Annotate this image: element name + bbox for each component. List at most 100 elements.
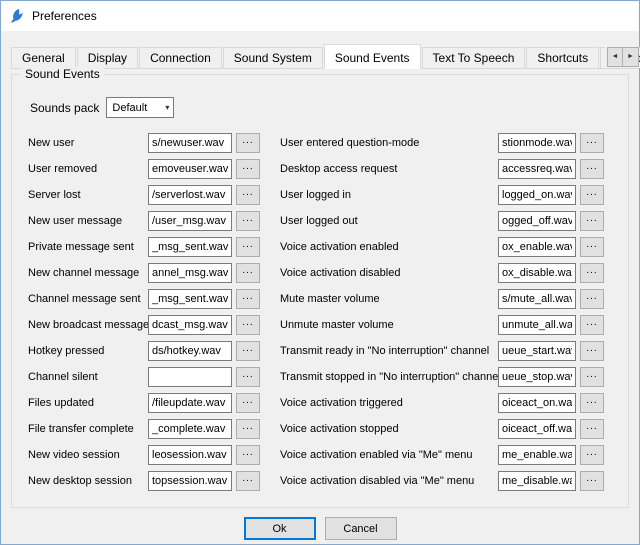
sound-file-input[interactable]	[148, 133, 232, 153]
sound-file-input[interactable]	[498, 263, 576, 283]
sound-event-label: New video session	[28, 449, 148, 461]
tab-scroll-left-button[interactable]: ◄	[607, 47, 623, 67]
sound-file-input[interactable]	[148, 445, 232, 465]
sound-event-label: File transfer complete	[28, 423, 148, 435]
sounds-pack-select[interactable]: Default ▾	[106, 97, 174, 118]
browse-button[interactable]: ...	[580, 445, 604, 465]
sound-file-input[interactable]	[148, 471, 232, 491]
sound-file-input[interactable]	[498, 185, 576, 205]
browse-button[interactable]: ...	[580, 263, 604, 283]
sound-event-label: User logged out	[280, 215, 498, 227]
tab-general[interactable]: General	[11, 47, 76, 68]
sound-file-input[interactable]	[148, 159, 232, 179]
browse-button[interactable]: ...	[580, 133, 604, 153]
sound-event-label: User entered question-mode	[280, 137, 498, 149]
sound-event-row: User logged out...	[280, 208, 616, 234]
browse-button[interactable]: ...	[580, 159, 604, 179]
tab-scroll-right-button[interactable]: ►	[623, 47, 639, 67]
sound-event-row: Voice activation disabled via "Me" menu.…	[280, 468, 616, 494]
browse-button[interactable]: ...	[236, 471, 260, 491]
browse-button[interactable]: ...	[236, 289, 260, 309]
tab-connection[interactable]: Connection	[139, 47, 222, 68]
sound-event-label: Channel message sent	[28, 293, 148, 305]
browse-button[interactable]: ...	[580, 185, 604, 205]
ok-button[interactable]: Ok	[244, 517, 316, 540]
sound-event-row: Desktop access request...	[280, 156, 616, 182]
sound-file-input[interactable]	[498, 289, 576, 309]
sound-event-label: Channel silent	[28, 371, 148, 383]
sound-file-input[interactable]	[498, 211, 576, 231]
browse-button[interactable]: ...	[580, 341, 604, 361]
sound-event-label: Voice activation enabled	[280, 241, 498, 253]
browse-button[interactable]: ...	[236, 185, 260, 205]
browse-button[interactable]: ...	[236, 315, 260, 335]
chevron-down-icon: ▾	[165, 103, 169, 112]
tab-shortcuts[interactable]: Shortcuts	[526, 47, 599, 68]
sound-event-row: Files updated...	[28, 390, 280, 416]
sound-event-row: New user message...	[28, 208, 280, 234]
sound-event-row: User removed...	[28, 156, 280, 182]
sound-file-input[interactable]	[148, 263, 232, 283]
browse-button[interactable]: ...	[236, 263, 260, 283]
footer: Ok Cancel	[1, 517, 639, 540]
titlebar: Preferences	[1, 1, 639, 31]
sound-file-input[interactable]	[498, 419, 576, 439]
sound-file-input[interactable]	[148, 393, 232, 413]
sound-event-row: New video session...	[28, 442, 280, 468]
tab-display[interactable]: Display	[77, 47, 138, 68]
tab-bar: GeneralDisplayConnectionSound SystemSoun…	[11, 44, 639, 69]
sound-file-input[interactable]	[498, 133, 576, 153]
sound-file-input[interactable]	[498, 341, 576, 361]
browse-button[interactable]: ...	[236, 393, 260, 413]
sound-event-label: Voice activation stopped	[280, 423, 498, 435]
sound-file-input[interactable]	[148, 367, 232, 387]
sound-file-input[interactable]	[148, 185, 232, 205]
preferences-window: { "window": { "title": "Preferences", "a…	[0, 0, 640, 545]
sound-file-input[interactable]	[148, 237, 232, 257]
sound-file-input[interactable]	[148, 315, 232, 335]
sound-event-label: Voice activation disabled via "Me" menu	[280, 475, 498, 487]
browse-button[interactable]: ...	[580, 419, 604, 439]
sound-file-input[interactable]	[148, 211, 232, 231]
browse-button[interactable]: ...	[580, 315, 604, 335]
sound-file-input[interactable]	[498, 315, 576, 335]
sound-file-input[interactable]	[498, 471, 576, 491]
sound-event-row: Mute master volume...	[280, 286, 616, 312]
tab-scroller: ◄ ►	[605, 47, 639, 67]
sound-file-input[interactable]	[498, 367, 576, 387]
browse-button[interactable]: ...	[236, 211, 260, 231]
tab-sound-system[interactable]: Sound System	[223, 47, 323, 68]
sound-file-input[interactable]	[148, 289, 232, 309]
sound-event-label: Server lost	[28, 189, 148, 201]
sound-file-input[interactable]	[498, 237, 576, 257]
tab-text-to-speech[interactable]: Text To Speech	[422, 47, 526, 68]
sound-event-row: New desktop session...	[28, 468, 280, 494]
sound-event-label: Files updated	[28, 397, 148, 409]
browse-button[interactable]: ...	[580, 393, 604, 413]
sound-file-input[interactable]	[498, 393, 576, 413]
browse-button[interactable]: ...	[236, 341, 260, 361]
sound-event-label: Transmit ready in "No interruption" chan…	[280, 345, 498, 357]
browse-button[interactable]: ...	[236, 133, 260, 153]
browse-button[interactable]: ...	[236, 237, 260, 257]
sound-file-input[interactable]	[148, 341, 232, 361]
sound-file-input[interactable]	[498, 445, 576, 465]
groupbox-title: Sound Events	[21, 67, 104, 81]
browse-button[interactable]: ...	[236, 367, 260, 387]
browse-button[interactable]: ...	[236, 159, 260, 179]
sound-event-row: User entered question-mode...	[280, 130, 616, 156]
sound-event-row: Hotkey pressed...	[28, 338, 280, 364]
browse-button[interactable]: ...	[580, 211, 604, 231]
sound-file-input[interactable]	[498, 159, 576, 179]
browse-button[interactable]: ...	[236, 445, 260, 465]
sound-event-row: Transmit stopped in "No interruption" ch…	[280, 364, 616, 390]
browse-button[interactable]: ...	[236, 419, 260, 439]
sound-file-input[interactable]	[148, 419, 232, 439]
tab-sound-events[interactable]: Sound Events	[324, 44, 421, 69]
browse-button[interactable]: ...	[580, 237, 604, 257]
browse-button[interactable]: ...	[580, 289, 604, 309]
cancel-button[interactable]: Cancel	[325, 517, 397, 540]
browse-button[interactable]: ...	[580, 367, 604, 387]
sound-event-label: Unmute master volume	[280, 319, 498, 331]
browse-button[interactable]: ...	[580, 471, 604, 491]
